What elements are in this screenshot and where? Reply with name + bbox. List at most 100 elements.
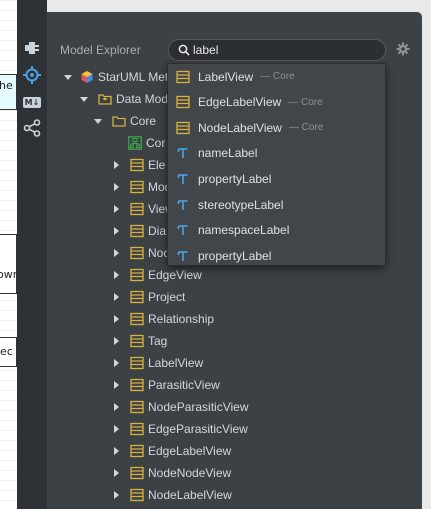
search-result-label: stereotypeLabel: [198, 197, 284, 212]
project-icon: [81, 71, 93, 83]
search-results-dropdown: LabelView — Core EdgeLabelView — Core NodeLa…: [167, 63, 386, 266]
target-icon[interactable]: [22, 65, 42, 85]
tree-item-label: NodeLabelView: [148, 488, 232, 502]
class-icon: [130, 224, 144, 238]
class-icon: [130, 378, 144, 392]
class-icon: [176, 121, 190, 134]
search-result-hint: — Core: [260, 71, 295, 82]
caret-right-icon[interactable]: [110, 313, 122, 325]
attribute-icon: [177, 250, 188, 261]
search-result-item[interactable]: NodeLabelView — Core: [168, 115, 385, 140]
search-result-item[interactable]: stereotypeLabel: [168, 192, 385, 217]
package-icon: [112, 116, 126, 127]
caret-right-icon[interactable]: [110, 379, 122, 391]
caret-right-icon[interactable]: [110, 423, 122, 435]
tree-item-label: Cor: [146, 136, 166, 150]
caret-right-icon[interactable]: [110, 269, 122, 281]
caret-right-icon[interactable]: [110, 445, 122, 457]
search-result-item[interactable]: namespaceLabel: [168, 218, 385, 243]
tree-item-label: Ele: [148, 158, 166, 172]
diagram-canvas[interactable]: he own lec: [0, 0, 17, 509]
search-box[interactable]: [168, 39, 386, 61]
markdown-label: M↓: [23, 96, 41, 108]
tree-item-label: Relationship: [148, 312, 215, 326]
search-input[interactable]: [193, 43, 373, 57]
tree-item-core[interactable]: Core: [92, 110, 156, 132]
class-icon: [130, 158, 144, 172]
tree-item-label: EdgeView: [148, 268, 202, 282]
markdown-icon[interactable]: M↓: [22, 92, 42, 112]
tree-item-class[interactable]: EdgeLabelView: [110, 440, 231, 462]
search-result-label: nameLabel: [198, 146, 258, 161]
share-icon[interactable]: [22, 118, 42, 138]
tree-item-class[interactable]: Noc: [110, 242, 169, 264]
tree-item-label: EdgeParasiticView: [148, 422, 248, 436]
tree-item-class[interactable]: NodeNodeView: [110, 462, 231, 484]
tree-item-class[interactable]: EdgeParasiticView: [110, 418, 248, 440]
tree-item-class[interactable]: ParasiticView: [110, 374, 220, 396]
search-result-item[interactable]: propertyLabel: [168, 166, 385, 191]
caret-right-icon[interactable]: [110, 467, 122, 479]
caret-right-icon[interactable]: [110, 357, 122, 369]
caret-right-icon[interactable]: [110, 247, 122, 259]
tree-item-label: Data Mod: [116, 92, 169, 106]
tree-item-class[interactable]: View: [110, 198, 174, 220]
caret-right-icon[interactable]: [110, 489, 122, 501]
tree-item-label: Dia: [148, 224, 167, 238]
class-icon: [130, 246, 144, 260]
caret-right-icon[interactable]: [110, 225, 122, 237]
gear-icon[interactable]: [396, 42, 410, 56]
search-result-label: namespaceLabel: [198, 223, 290, 238]
caret-down-icon[interactable]: [78, 93, 90, 105]
tree-item-class[interactable]: Project: [110, 286, 185, 308]
class-icon: [130, 290, 144, 304]
tree-item-class[interactable]: Mod: [110, 176, 171, 198]
tree-item-data-model[interactable]: Data Mod: [78, 88, 168, 110]
caret-down-icon[interactable]: [62, 71, 74, 83]
search-result-item[interactable]: EdgeLabelView — Core: [168, 90, 385, 115]
class-icon: [130, 444, 144, 458]
tree-item-core-diagram[interactable]: Cor: [110, 132, 165, 154]
search-result-hint: — Core: [288, 96, 323, 108]
search-result-label: NodeLabelView: [198, 120, 282, 135]
search-result-item[interactable]: LabelView — Core: [168, 64, 385, 89]
tree-item-label: LabelView: [148, 356, 204, 370]
tree-item-class[interactable]: Relationship: [110, 308, 214, 330]
canvas-shape[interactable]: [0, 234, 17, 294]
tree-item-class[interactable]: NodeLabelView: [110, 484, 232, 506]
tree-item-label: Project: [148, 290, 186, 304]
tree-item-class[interactable]: Tag: [110, 330, 167, 352]
tree-item-root[interactable]: StarUML Met: [62, 66, 168, 88]
class-icon: [130, 356, 144, 370]
class-icon: [130, 400, 144, 414]
caret-right-icon[interactable]: [110, 159, 122, 171]
caret-down-icon[interactable]: [92, 115, 104, 127]
canvas-text: own: [0, 268, 17, 281]
search-icon: [178, 44, 190, 56]
canvas-text: lec: [0, 345, 13, 358]
tree-item-class[interactable]: LabelView: [110, 352, 203, 374]
class-icon: [130, 268, 144, 282]
caret-right-icon[interactable]: [110, 401, 122, 413]
search-result-hint: — Core: [288, 122, 324, 134]
tree-item-class[interactable]: NodeParasiticView: [110, 396, 249, 418]
tree-item-label: Tag: [148, 334, 168, 348]
attribute-icon: [177, 148, 188, 159]
search-result-item[interactable]: propertyLabel: [168, 243, 385, 268]
diagram-icon: [128, 136, 142, 150]
tree-item-label: ParasiticView: [148, 378, 220, 392]
class-icon: [130, 488, 144, 502]
tree-item-class[interactable]: Dia: [110, 220, 166, 242]
search-result-item[interactable]: nameLabel: [168, 141, 385, 166]
caret-right-icon[interactable]: [110, 335, 122, 347]
caret-right-icon[interactable]: [110, 203, 122, 215]
caret-right-icon[interactable]: [110, 181, 122, 193]
caret-right-icon[interactable]: [110, 291, 122, 303]
search-result-label: EdgeLabelView: [198, 95, 282, 110]
tree-item-class[interactable]: Ele: [110, 154, 165, 176]
panel-title: Model Explorer: [60, 43, 141, 57]
class-icon: [176, 95, 190, 109]
extension-icon[interactable]: [22, 38, 42, 58]
search-result-label: propertyLabel: [198, 248, 272, 263]
tree-item-label: NodeNodeView: [148, 466, 232, 480]
